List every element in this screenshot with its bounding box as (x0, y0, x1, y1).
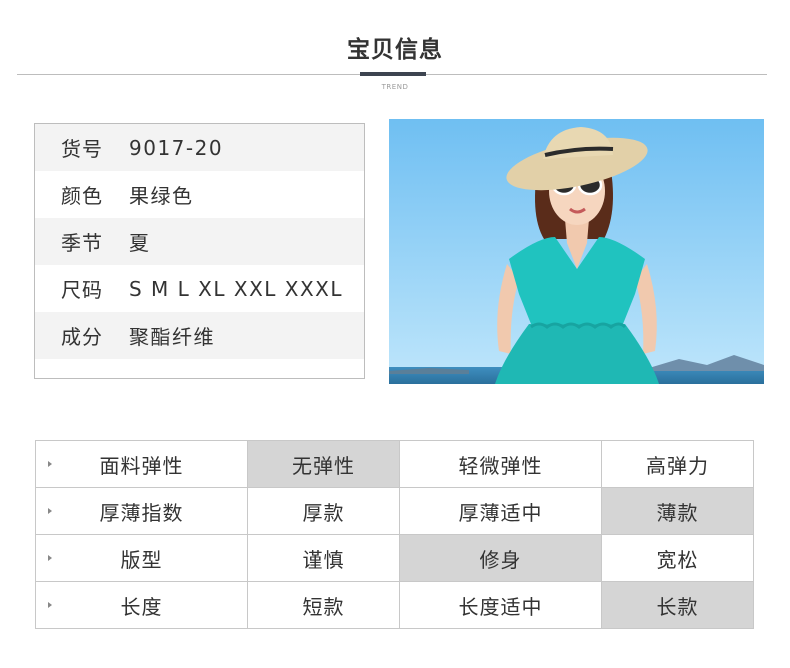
option-cell: 厚薄适中 (399, 487, 602, 535)
info-row-color: 颜色 果绿色 (35, 171, 364, 218)
info-row-material: 成分 聚酯纤维 (35, 312, 364, 359)
info-key: 颜色 (61, 184, 103, 208)
option-cell: 厚款 (247, 487, 400, 535)
option-cell-selected: 修身 (399, 534, 602, 582)
option-cell: 短款 (247, 581, 400, 629)
info-key: 成分 (61, 325, 103, 349)
attr-name: 长度 (120, 594, 163, 619)
triangle-bullet-icon (48, 602, 52, 608)
table-row: 厚薄指数 厚款 厚薄适中 薄款 (35, 487, 754, 535)
attr-name: 面料弹性 (99, 453, 184, 478)
attr-name: 版型 (120, 547, 163, 572)
table-row: 版型 谨慎 修身 宽松 (35, 534, 754, 582)
section-title: 宝贝信息 (347, 37, 443, 63)
triangle-bullet-icon (48, 461, 52, 467)
info-value: 聚酯纤维 (129, 325, 215, 349)
triangle-bullet-icon (48, 508, 52, 514)
attr-name-cell: 版型 (35, 534, 248, 582)
attributes-table: 面料弹性 无弹性 轻微弹性 高弹力 厚薄指数 厚款 厚薄适中 薄款 版型 谨慎 … (35, 440, 754, 629)
info-row-size: 尺码 S M L XL XXL XXXL (35, 265, 364, 312)
info-value: 9017-20 (129, 135, 224, 160)
info-key: 货号 (61, 137, 103, 161)
info-row-season: 季节 夏 (35, 218, 364, 265)
info-key: 尺码 (61, 278, 103, 302)
attr-name-cell: 长度 (35, 581, 248, 629)
triangle-bullet-icon (48, 555, 52, 561)
option-cell-selected: 无弹性 (247, 440, 400, 488)
info-value: S M L XL XXL XXXL (129, 276, 344, 301)
attr-name-cell: 厚薄指数 (35, 487, 248, 535)
section-subtitle: TREND (381, 83, 409, 91)
title-accent-bar (360, 72, 426, 76)
option-cell: 长度适中 (399, 581, 602, 629)
option-cell: 高弹力 (601, 440, 754, 488)
info-key: 季节 (61, 231, 103, 255)
table-row: 面料弹性 无弹性 轻微弹性 高弹力 (35, 440, 754, 488)
product-photo (389, 119, 764, 384)
option-cell: 轻微弹性 (399, 440, 602, 488)
attr-name: 厚薄指数 (99, 500, 184, 525)
info-value: 果绿色 (129, 184, 194, 208)
option-cell-selected: 长款 (601, 581, 754, 629)
info-value: 夏 (129, 231, 151, 255)
attr-name-cell: 面料弹性 (35, 440, 248, 488)
option-cell: 谨慎 (247, 534, 400, 582)
option-cell-selected: 薄款 (601, 487, 754, 535)
product-info-panel: 货号 9017-20 颜色 果绿色 季节 夏 尺码 S M L XL XXL X… (34, 123, 365, 379)
info-row-item-no: 货号 9017-20 (35, 124, 364, 171)
table-row: 长度 短款 长度适中 长款 (35, 581, 754, 629)
option-cell: 宽松 (601, 534, 754, 582)
